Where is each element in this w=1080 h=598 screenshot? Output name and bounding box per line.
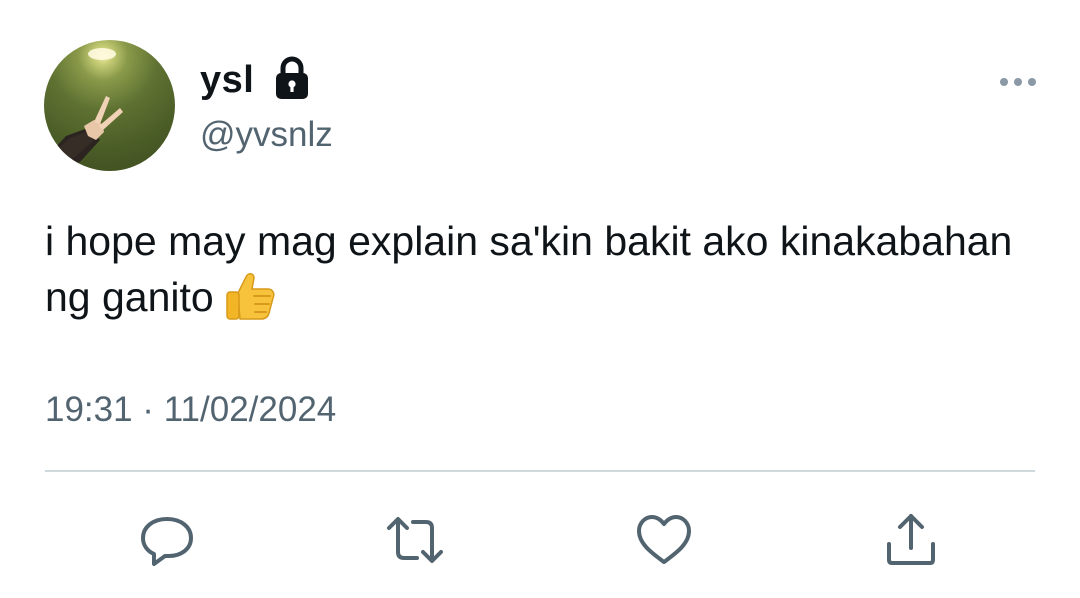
user-handle[interactable]: @yvsnlz xyxy=(200,113,333,157)
tweet-timestamp[interactable]: 19:31 · 11/02/2024 xyxy=(45,388,336,432)
avatar[interactable] xyxy=(44,40,175,171)
like-button[interactable] xyxy=(634,510,694,570)
lock-icon xyxy=(276,56,308,99)
reply-icon xyxy=(141,517,193,566)
retweet-icon xyxy=(387,517,443,563)
more-options-icon[interactable] xyxy=(998,72,1038,92)
retweet-button[interactable] xyxy=(385,510,445,570)
tweet-card: ysl @yvsnlz i hope may mag explain sa'ki… xyxy=(0,0,1080,598)
heart-icon xyxy=(637,515,691,564)
share-button[interactable] xyxy=(881,510,941,570)
share-icon xyxy=(887,514,935,565)
avatar-image xyxy=(44,48,123,171)
tweet-text-content: i hope may mag explain sa'kin bakit ako … xyxy=(45,218,1013,320)
tweet-text: i hope may mag explain sa'kin bakit ako … xyxy=(45,214,1035,325)
display-name[interactable]: ysl xyxy=(200,56,254,104)
thumbs-up-icon xyxy=(225,273,275,320)
divider xyxy=(45,470,1035,472)
reply-button[interactable] xyxy=(137,510,197,570)
